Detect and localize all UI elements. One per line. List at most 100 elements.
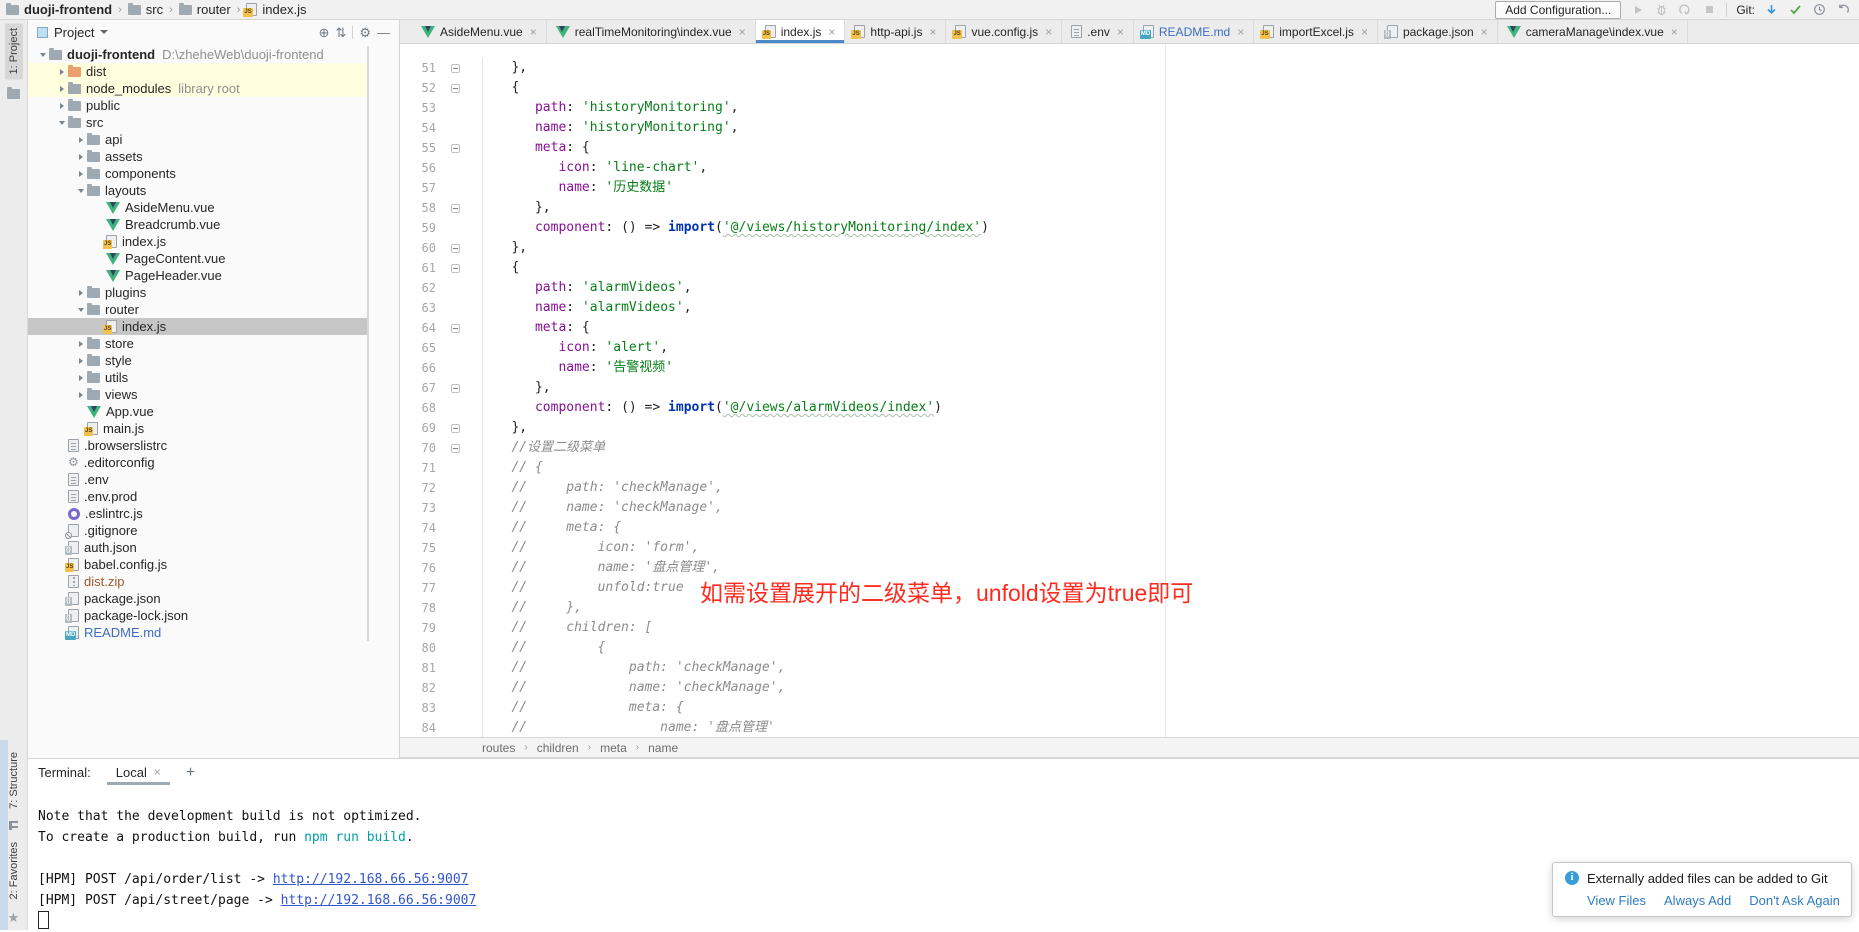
git-history-icon[interactable] bbox=[1812, 2, 1827, 17]
editor-tab[interactable]: MDREADME.md× bbox=[1134, 20, 1254, 43]
tree-row[interactable]: JSindex.js bbox=[28, 233, 367, 250]
tree-row[interactable]: {}package.json bbox=[28, 590, 367, 607]
fold-marker-icon[interactable] bbox=[451, 424, 460, 433]
tree-row[interactable]: api bbox=[28, 131, 367, 148]
chevron-expanded-icon[interactable] bbox=[74, 307, 87, 313]
close-icon[interactable]: × bbox=[1671, 25, 1678, 39]
collapse-all-icon[interactable]: ⇅ bbox=[335, 26, 346, 39]
chevron-expanded-icon[interactable] bbox=[55, 120, 68, 126]
stripe-button-project[interactable]: 1: Project bbox=[5, 23, 23, 79]
locate-icon[interactable]: ⊕ bbox=[319, 26, 330, 39]
tree-row[interactable]: store bbox=[28, 335, 367, 352]
tree-row[interactable]: layouts bbox=[28, 182, 367, 199]
tree-row[interactable]: App.vue bbox=[28, 403, 367, 420]
close-icon[interactable]: × bbox=[1361, 25, 1368, 39]
tree-row[interactable]: router bbox=[28, 301, 367, 318]
tree-row[interactable]: duoji-frontendD:\zheheWeb\duoji-frontend bbox=[28, 46, 367, 63]
close-icon[interactable]: × bbox=[828, 25, 835, 39]
tree-row[interactable]: components bbox=[28, 165, 367, 182]
stripe-button-structure[interactable]: 7: Structure bbox=[8, 752, 20, 809]
breadcrumb-segment[interactable]: router bbox=[197, 2, 231, 17]
git-commit-icon[interactable] bbox=[1788, 2, 1803, 17]
code-breadcrumb-item[interactable]: meta bbox=[600, 741, 627, 755]
tree-row[interactable]: .env.prod bbox=[28, 488, 367, 505]
notification-action-link[interactable]: Don't Ask Again bbox=[1749, 893, 1840, 908]
terminal-link[interactable]: http://192.168.66.56:9007 bbox=[273, 872, 469, 887]
chevron-collapsed-icon[interactable] bbox=[74, 154, 87, 160]
fold-marker-icon[interactable] bbox=[451, 64, 460, 73]
chevron-collapsed-icon[interactable] bbox=[74, 137, 87, 143]
close-icon[interactable]: × bbox=[1045, 25, 1052, 39]
code-editor[interactable]: 51 },52 {53 path: 'historyMonitoring',54… bbox=[400, 44, 1859, 737]
tree-row[interactable]: JSmain.js bbox=[28, 420, 367, 437]
tree-row[interactable]: views bbox=[28, 386, 367, 403]
tree-row[interactable]: {}package-lock.json bbox=[28, 607, 367, 624]
close-icon[interactable]: × bbox=[739, 25, 746, 39]
tree-row[interactable]: .browserslistrc bbox=[28, 437, 367, 454]
close-icon[interactable]: × bbox=[154, 765, 161, 779]
tree-row[interactable]: .gitignore bbox=[28, 522, 367, 539]
fold-marker-icon[interactable] bbox=[451, 324, 460, 333]
fold-marker-icon[interactable] bbox=[451, 444, 460, 453]
chevron-collapsed-icon[interactable] bbox=[74, 358, 87, 364]
settings-gear-icon[interactable]: ⚙ bbox=[359, 26, 371, 39]
editor-tab[interactable]: JShttp-api.js× bbox=[845, 20, 946, 43]
chevron-collapsed-icon[interactable] bbox=[55, 69, 68, 75]
chevron-collapsed-icon[interactable] bbox=[74, 341, 87, 347]
run-with-coverage-icon[interactable] bbox=[1678, 2, 1693, 17]
tree-row[interactable]: PageHeader.vue bbox=[28, 267, 367, 284]
git-update-icon[interactable] bbox=[1764, 2, 1779, 17]
notification-action-link[interactable]: View Files bbox=[1587, 893, 1646, 908]
tree-row[interactable]: Breadcrumb.vue bbox=[28, 216, 367, 233]
close-icon[interactable]: × bbox=[1237, 25, 1244, 39]
chevron-collapsed-icon[interactable] bbox=[55, 103, 68, 109]
debug-icon[interactable] bbox=[1654, 2, 1669, 17]
code-breadcrumb-item[interactable]: routes bbox=[482, 741, 515, 755]
editor-tab[interactable]: JSimportExcel.js× bbox=[1254, 20, 1378, 43]
chevron-collapsed-icon[interactable] bbox=[74, 171, 87, 177]
editor-tab[interactable]: {}package.json× bbox=[1378, 20, 1498, 43]
breadcrumb-segment[interactable]: index.js bbox=[262, 2, 306, 17]
stop-icon[interactable] bbox=[1702, 2, 1717, 17]
editor-tab[interactable]: JSindex.js× bbox=[756, 20, 846, 43]
tree-row[interactable]: JSbabel.config.js bbox=[28, 556, 367, 573]
tree-row[interactable]: node_moduleslibrary root bbox=[28, 80, 367, 97]
chevron-collapsed-icon[interactable] bbox=[74, 392, 87, 398]
fold-marker-icon[interactable] bbox=[451, 204, 460, 213]
editor-tab[interactable]: JSvue.config.js× bbox=[946, 20, 1062, 43]
tree-row[interactable]: AsideMenu.vue bbox=[28, 199, 367, 216]
tree-row[interactable]: ⚙.editorconfig bbox=[28, 454, 367, 471]
terminal-link[interactable]: http://192.168.66.56:9007 bbox=[281, 893, 477, 908]
chevron-collapsed-icon[interactable] bbox=[74, 375, 87, 381]
tree-row[interactable]: style bbox=[28, 352, 367, 369]
chevron-collapsed-icon[interactable] bbox=[74, 290, 87, 296]
fold-marker-icon[interactable] bbox=[451, 384, 460, 393]
hide-panel-icon[interactable]: — bbox=[377, 26, 390, 39]
editor-tab[interactable]: realTimeMonitoring\index.vue× bbox=[547, 20, 756, 43]
add-configuration-button[interactable]: Add Configuration... bbox=[1495, 1, 1621, 19]
stripe-button-favorites[interactable]: 2: Favorites bbox=[8, 842, 20, 899]
chevron-down-icon[interactable] bbox=[100, 30, 108, 34]
tree-row[interactable]: JSindex.js bbox=[28, 318, 367, 335]
tree-row[interactable]: public bbox=[28, 97, 367, 114]
breadcrumb-segment[interactable]: src bbox=[146, 2, 163, 17]
git-rollback-icon[interactable] bbox=[1836, 2, 1851, 17]
chevron-expanded-icon[interactable] bbox=[74, 188, 87, 194]
tree-row[interactable]: {}auth.json bbox=[28, 539, 367, 556]
tree-row[interactable]: plugins bbox=[28, 284, 367, 301]
tree-row[interactable]: utils bbox=[28, 369, 367, 386]
close-icon[interactable]: × bbox=[1117, 25, 1124, 39]
terminal-tab-local[interactable]: Local × bbox=[107, 761, 170, 785]
editor-tab[interactable]: AsideMenu.vue× bbox=[412, 20, 547, 43]
close-icon[interactable]: × bbox=[530, 25, 537, 39]
tree-row[interactable]: dist.zip bbox=[28, 573, 367, 590]
project-panel-title[interactable]: Project bbox=[54, 25, 94, 40]
code-breadcrumb-item[interactable]: name bbox=[648, 741, 678, 755]
fold-marker-icon[interactable] bbox=[451, 144, 460, 153]
fold-marker-icon[interactable] bbox=[451, 244, 460, 253]
chevron-expanded-icon[interactable] bbox=[36, 52, 49, 58]
tree-row[interactable]: .env bbox=[28, 471, 367, 488]
tree-row[interactable]: MDREADME.md bbox=[28, 624, 367, 641]
close-icon[interactable]: × bbox=[929, 25, 936, 39]
code-breadcrumb-item[interactable]: children bbox=[537, 741, 579, 755]
